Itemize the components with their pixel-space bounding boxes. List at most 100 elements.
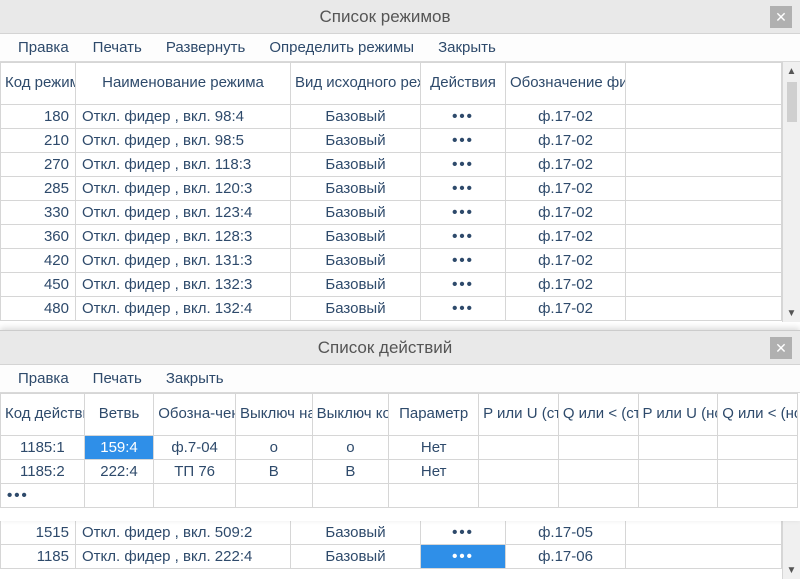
menu-close-2[interactable]: Закрыть [154, 367, 236, 390]
col-code[interactable]: Код режима [1, 63, 76, 105]
col2-sw1[interactable]: Выключ начала [235, 394, 312, 436]
cell-feeder[interactable]: ф.17-05 [506, 521, 626, 545]
table-row[interactable]: 180Откл. фидер , вкл. 98:4Базовый•••ф.17… [1, 105, 782, 129]
cell-type[interactable]: Базовый [291, 201, 421, 225]
cell-code[interactable]: 420 [1, 249, 76, 273]
cell-code[interactable]: 180 [1, 105, 76, 129]
cell-type[interactable]: Базовый [291, 545, 421, 569]
cell-actions[interactable]: ••• [421, 201, 506, 225]
cell-actions[interactable]: ••• [421, 153, 506, 177]
cell-name[interactable]: Откл. фидер , вкл. 98:4 [76, 105, 291, 129]
col2-sw2[interactable]: Выключ конца [312, 394, 389, 436]
cell-name[interactable]: Откл. фидер , вкл. 509:2 [76, 521, 291, 545]
cell-branch[interactable]: 159:4 [84, 436, 153, 460]
table-row[interactable]: 1515Откл. фидер , вкл. 509:2Базовый•••ф.… [1, 521, 782, 545]
col-type[interactable]: Вид исходного режима [291, 63, 421, 105]
cell-qo[interactable] [558, 460, 638, 484]
col2-branch[interactable]: Ветвь [84, 394, 153, 436]
cell-desig[interactable]: ТП 76 [154, 460, 236, 484]
cell-feeder[interactable]: ф.17-02 [506, 297, 626, 321]
table-row[interactable]: 330Откл. фидер , вкл. 123:4Базовый•••ф.1… [1, 201, 782, 225]
table-row[interactable]: 480Откл. фидер , вкл. 132:4Базовый•••ф.1… [1, 297, 782, 321]
cell-type[interactable]: Базовый [291, 273, 421, 297]
col2-pu-new[interactable]: P или U (нов.) [638, 394, 718, 436]
cell-puo[interactable] [479, 460, 559, 484]
col-actions[interactable]: Действия [421, 63, 506, 105]
cell-type[interactable]: Базовый [291, 249, 421, 273]
table-row[interactable]: 285Откл. фидер , вкл. 120:3Базовый•••ф.1… [1, 177, 782, 201]
cell-type[interactable]: Базовый [291, 153, 421, 177]
cell-feeder[interactable]: ф.17-02 [506, 273, 626, 297]
cell-name[interactable]: Откл. фидер , вкл. 123:4 [76, 201, 291, 225]
cell-code[interactable]: 285 [1, 177, 76, 201]
cell-feeder[interactable]: ф.17-02 [506, 129, 626, 153]
cell-sw1[interactable]: о [235, 436, 312, 460]
cell-type[interactable]: Базовый [291, 105, 421, 129]
scrollbar-modes[interactable]: ▲ ▼ [782, 62, 800, 322]
cell-param[interactable]: Нет [389, 460, 479, 484]
cell-name[interactable]: Откл. фидер , вкл. 131:3 [76, 249, 291, 273]
col2-q-new[interactable]: Q или < (нов.) [718, 394, 798, 436]
col2-desig[interactable]: Обозна-чение [154, 394, 236, 436]
table-row[interactable]: 420Откл. фидер , вкл. 131:3Базовый•••ф.1… [1, 249, 782, 273]
cell-code[interactable]: 210 [1, 129, 76, 153]
cell-name[interactable]: Откл. фидер , вкл. 132:4 [76, 297, 291, 321]
cell-code[interactable]: 1515 [1, 521, 76, 545]
titlebar-actions[interactable]: Список действий ✕ [0, 331, 800, 365]
cell-feeder[interactable]: ф.17-02 [506, 225, 626, 249]
cell-name[interactable]: Откл. фидер , вкл. 128:3 [76, 225, 291, 249]
cell-code[interactable]: 1185:2 [1, 460, 85, 484]
scroll-thumb[interactable] [787, 82, 797, 122]
cell-code[interactable]: 480 [1, 297, 76, 321]
cell-desig[interactable]: ф.7-04 [154, 436, 236, 460]
cell-qn[interactable] [718, 436, 798, 460]
scroll-up-icon[interactable]: ▲ [783, 62, 800, 80]
table-row[interactable]: 450Откл. фидер , вкл. 132:3Базовый•••ф.1… [1, 273, 782, 297]
cell-sw2[interactable]: В [312, 460, 389, 484]
cell-actions[interactable]: ••• [421, 273, 506, 297]
cell-feeder[interactable]: ф.17-06 [506, 545, 626, 569]
cell-code[interactable]: 450 [1, 273, 76, 297]
scrollbar-modes-tail[interactable]: ▼ [782, 520, 800, 579]
cell-type[interactable]: Базовый [291, 521, 421, 545]
menu-edit[interactable]: Правка [6, 36, 81, 59]
col2-param[interactable]: Параметр [389, 394, 479, 436]
cell-name[interactable]: Откл. фидер , вкл. 120:3 [76, 177, 291, 201]
cell-name[interactable]: Откл. фидер , вкл. 118:3 [76, 153, 291, 177]
menu-edit-2[interactable]: Правка [6, 367, 81, 390]
scroll-down-icon[interactable]: ▼ [783, 304, 800, 322]
cell-code[interactable]: 1185:1 [1, 436, 85, 460]
table-row[interactable]: 210Откл. фидер , вкл. 98:5Базовый•••ф.17… [1, 129, 782, 153]
cell-type[interactable]: Базовый [291, 129, 421, 153]
more-icon[interactable]: ••• [1, 484, 85, 508]
cell-puo[interactable] [479, 436, 559, 460]
menu-print-2[interactable]: Печать [81, 367, 154, 390]
cell-actions[interactable]: ••• [421, 177, 506, 201]
cell-type[interactable]: Базовый [291, 177, 421, 201]
cell-type[interactable]: Базовый [291, 297, 421, 321]
cell-name[interactable]: Откл. фидер , вкл. 132:3 [76, 273, 291, 297]
cell-actions[interactable]: ••• [421, 225, 506, 249]
menu-print[interactable]: Печать [81, 36, 154, 59]
close-icon[interactable]: ✕ [770, 337, 792, 359]
menu-expand[interactable]: Развернуть [154, 36, 258, 59]
cell-actions[interactable]: ••• [421, 105, 506, 129]
cell-feeder[interactable]: ф.17-02 [506, 249, 626, 273]
cell-sw2[interactable]: о [312, 436, 389, 460]
cell-actions[interactable]: ••• [421, 545, 506, 569]
cell-param[interactable]: Нет [389, 436, 479, 460]
col2-pu-old[interactable]: P или U (стар.) [479, 394, 559, 436]
cell-qn[interactable] [718, 460, 798, 484]
table-row[interactable]: 360Откл. фидер , вкл. 128:3Базовый•••ф.1… [1, 225, 782, 249]
menu-detect[interactable]: Определить режимы [257, 36, 426, 59]
cell-feeder[interactable]: ф.17-02 [506, 177, 626, 201]
col-name[interactable]: Наименование режима [76, 63, 291, 105]
cell-code[interactable]: 270 [1, 153, 76, 177]
cell-feeder[interactable]: ф.17-02 [506, 105, 626, 129]
cell-actions[interactable]: ••• [421, 521, 506, 545]
table-row[interactable]: 1185:2222:4ТП 76ВВНет [1, 460, 798, 484]
cell-pun[interactable] [638, 460, 718, 484]
cell-sw1[interactable]: В [235, 460, 312, 484]
cell-name[interactable]: Откл. фидер , вкл. 98:5 [76, 129, 291, 153]
table-row-more[interactable]: ••• [1, 484, 798, 508]
